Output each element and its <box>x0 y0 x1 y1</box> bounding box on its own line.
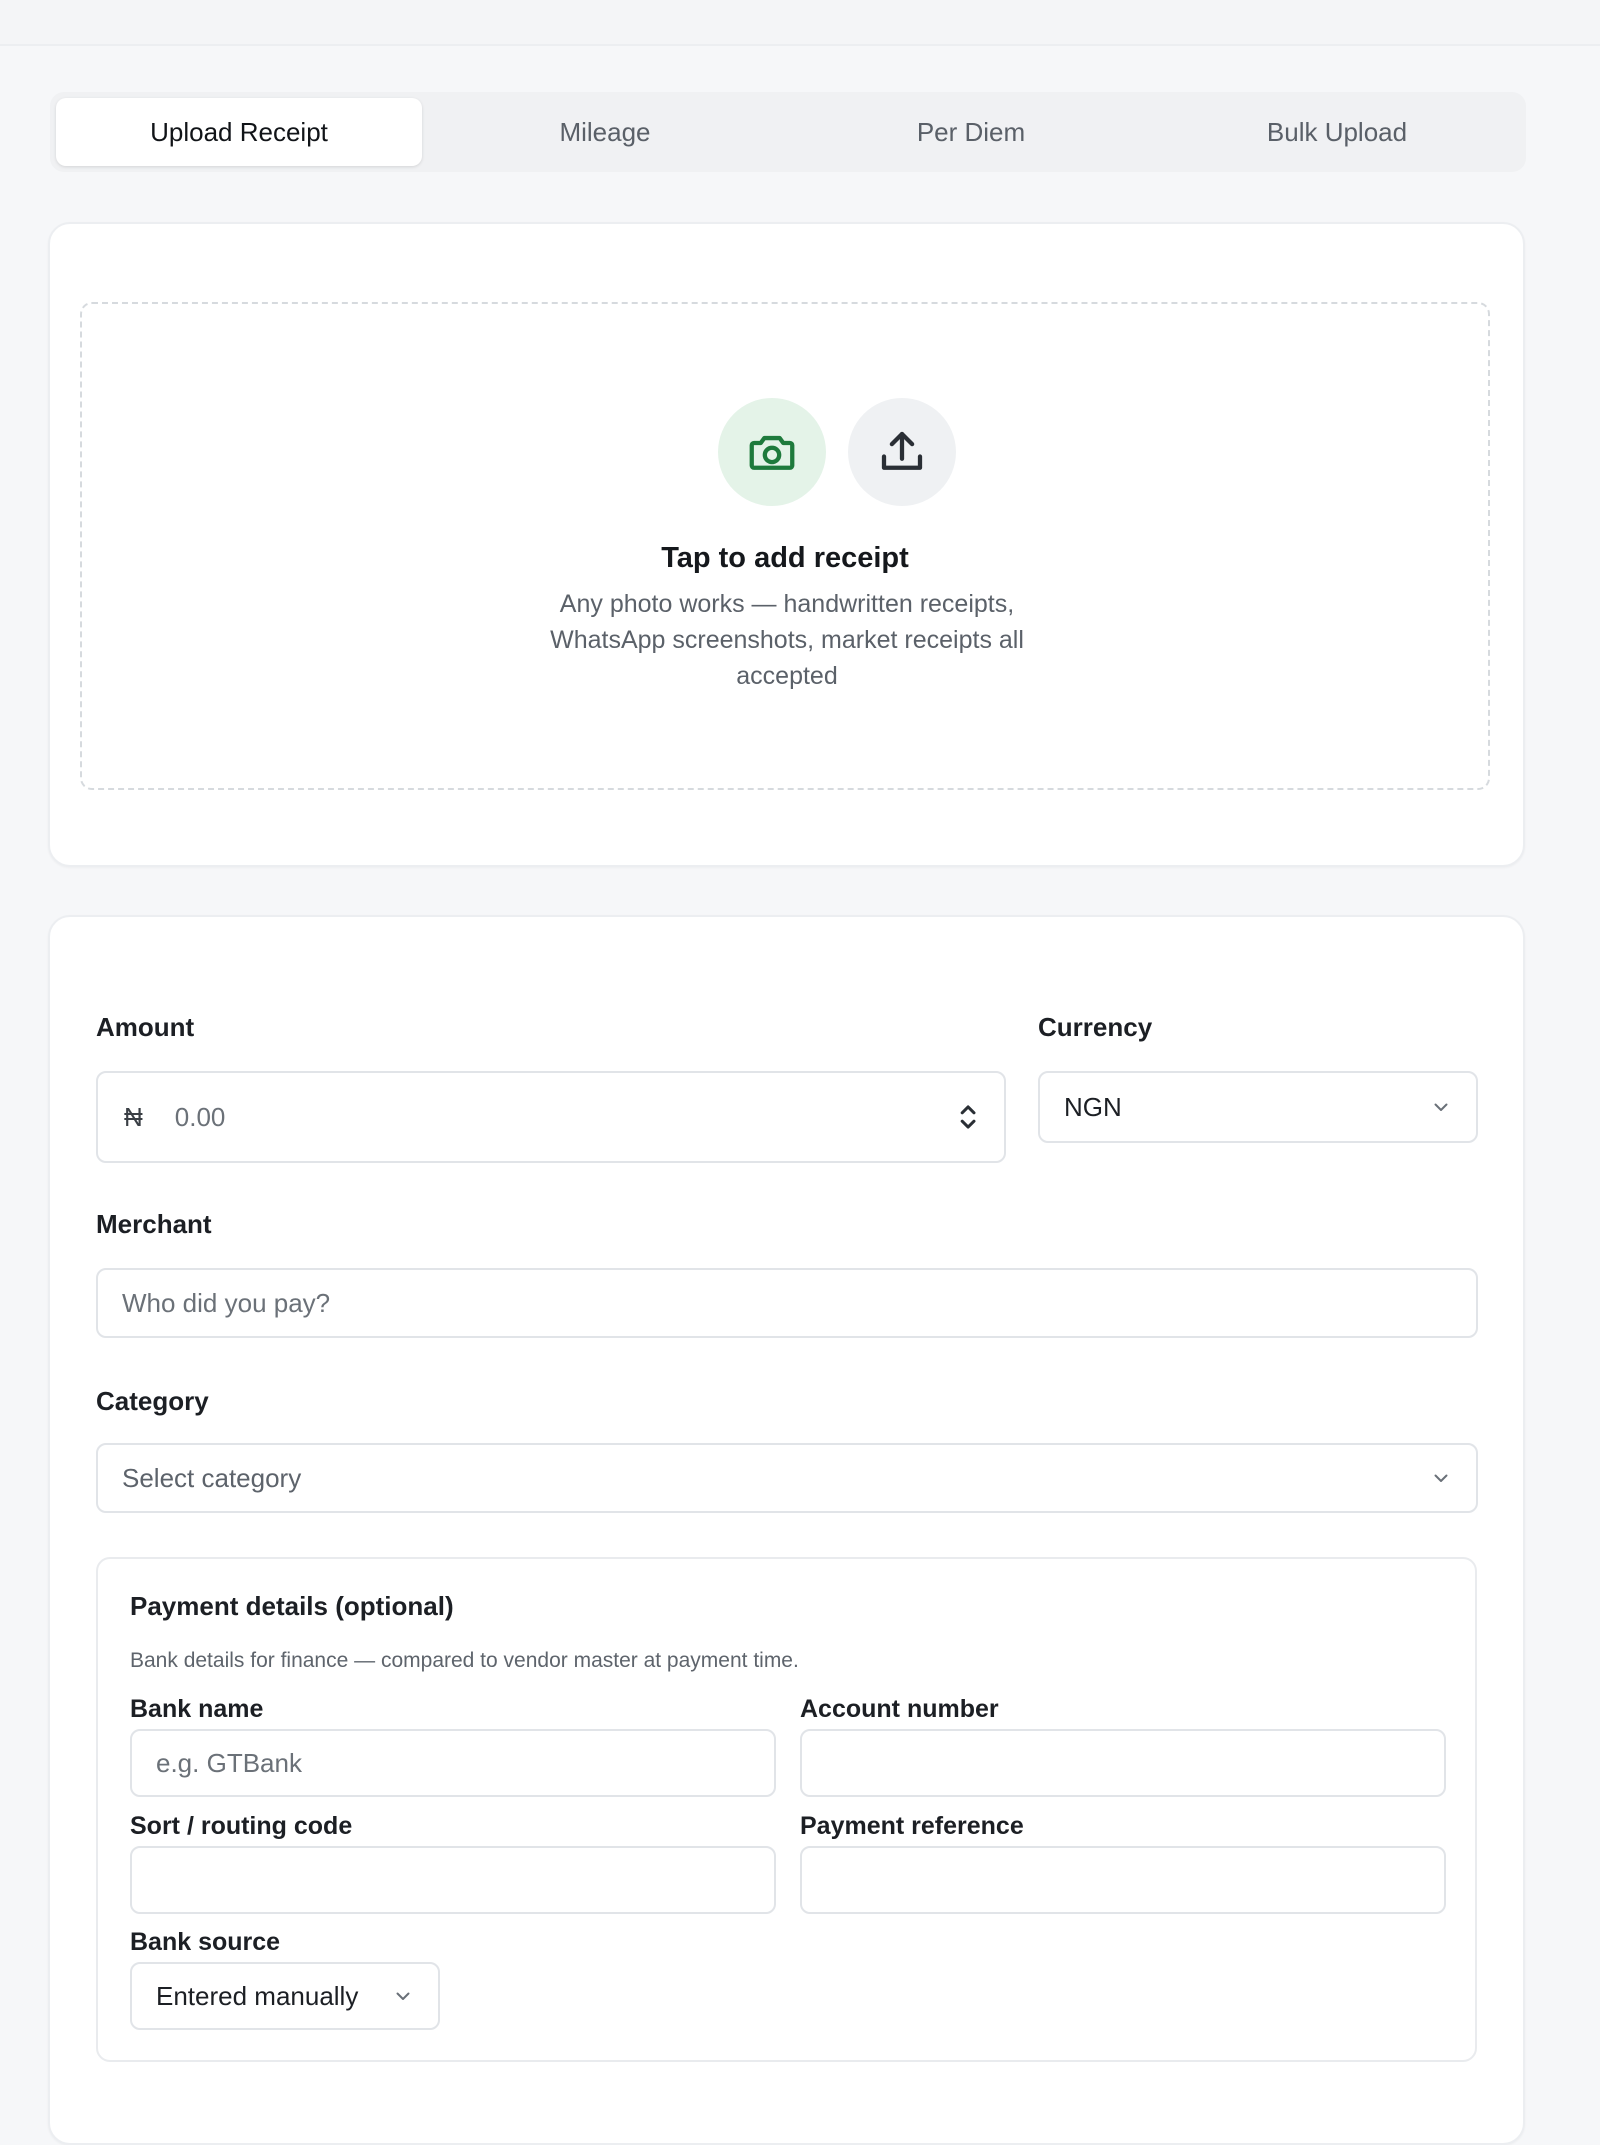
sort-code-input[interactable] <box>156 1864 750 1896</box>
account-number-input[interactable] <box>826 1747 1420 1779</box>
receipt-upload-card: Tap to add receipt Any photo works — han… <box>48 222 1525 867</box>
category-select[interactable]: Select category <box>96 1443 1478 1513</box>
payment-reference-input[interactable] <box>826 1864 1420 1896</box>
stepper-icon[interactable] <box>958 1100 978 1134</box>
payment-details-description: Bank details for finance — compared to v… <box>130 1649 799 1672</box>
currency-value: NGN <box>1064 1091 1122 1122</box>
amount-label: Amount <box>96 1012 195 1042</box>
expense-form-card: Amount ₦ Currency NGN Merchant Category … <box>48 915 1525 2145</box>
take-photo-button[interactable] <box>718 398 826 506</box>
merchant-input[interactable] <box>122 1287 1452 1319</box>
dropzone-subtitle: Any photo works — handwritten receipts, … <box>550 590 1024 690</box>
bank-source-value: Entered manually <box>156 1980 359 2011</box>
payment-details-title: Payment details (optional) <box>130 1591 454 1621</box>
amount-field[interactable]: ₦ <box>96 1071 1006 1163</box>
account-number-label: Account number <box>800 1695 999 1723</box>
merchant-field[interactable] <box>96 1268 1478 1338</box>
payment-reference-field[interactable] <box>800 1846 1446 1914</box>
currency-label: Currency <box>1038 1012 1153 1042</box>
chevron-down-icon <box>392 1985 414 2007</box>
account-number-field[interactable] <box>800 1729 1446 1797</box>
upload-file-button[interactable] <box>848 398 956 506</box>
top-bar <box>0 0 1600 46</box>
category-value: Select category <box>122 1462 302 1493</box>
dropzone-title: Tap to add receipt <box>661 542 909 574</box>
bank-name-input[interactable] <box>156 1747 750 1779</box>
currency-select[interactable]: NGN <box>1038 1071 1478 1143</box>
sort-code-field[interactable] <box>130 1846 776 1914</box>
bank-name-label: Bank name <box>130 1695 264 1723</box>
payment-details-panel: Payment details (optional) Bank details … <box>96 1557 1477 2062</box>
camera-icon <box>749 435 795 470</box>
upload-icon <box>881 431 923 470</box>
payment-reference-label: Payment reference <box>800 1812 1024 1840</box>
merchant-label: Merchant <box>96 1209 212 1239</box>
tab-per-diem[interactable]: Per Diem <box>788 98 1154 166</box>
bank-source-select[interactable]: Entered manually <box>130 1962 440 2030</box>
tab-mileage[interactable]: Mileage <box>422 98 788 166</box>
sort-code-label: Sort / routing code <box>130 1812 353 1840</box>
category-label: Category <box>96 1386 209 1416</box>
bank-source-label: Bank source <box>130 1928 281 1956</box>
expense-type-tabs: Upload Receipt Mileage Per Diem Bulk Upl… <box>50 92 1526 172</box>
bank-name-field[interactable] <box>130 1729 776 1797</box>
chevron-down-icon <box>1430 1096 1452 1118</box>
receipt-dropzone[interactable]: Tap to add receipt Any photo works — han… <box>80 302 1490 790</box>
tab-upload-receipt[interactable]: Upload Receipt <box>56 98 422 166</box>
chevron-down-icon <box>1430 1467 1452 1489</box>
amount-input[interactable] <box>174 1101 958 1133</box>
currency-symbol: ₦ <box>124 1101 143 1132</box>
tab-bulk-upload[interactable]: Bulk Upload <box>1154 98 1520 166</box>
